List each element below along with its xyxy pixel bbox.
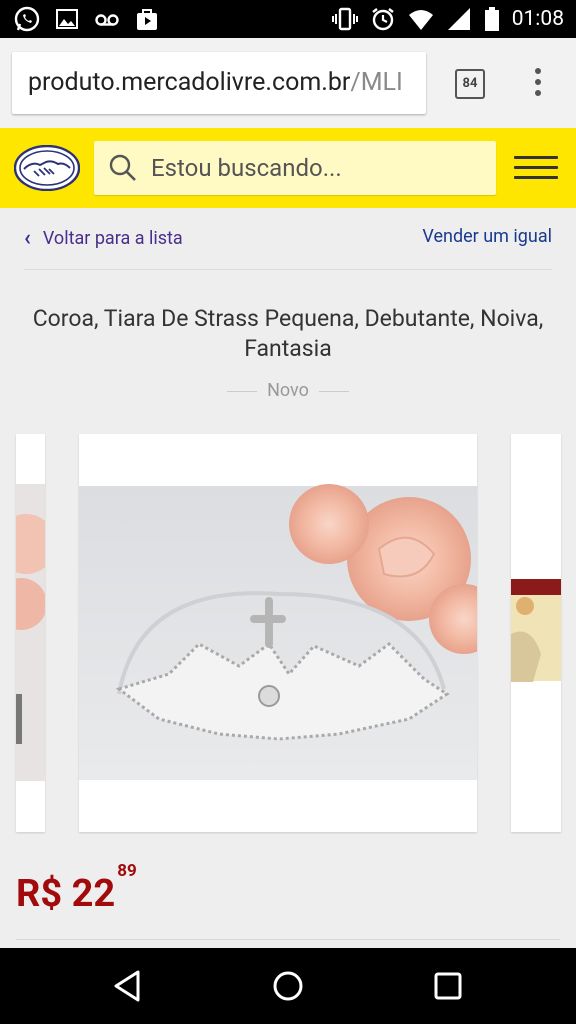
mercadolivre-handshake-logo[interactable] xyxy=(14,145,80,191)
alarm-icon xyxy=(371,8,394,31)
browser-toolbar: produto.mercadolivre.com.br/MLI 84 xyxy=(0,38,576,128)
back-to-list-label: Voltar para a lista xyxy=(42,228,183,249)
back-to-list-link[interactable]: ‹ Voltar para a lista xyxy=(24,226,183,251)
search-bar[interactable]: Estou buscando... xyxy=(94,141,496,195)
prev-image-thumbnail xyxy=(16,484,45,781)
gallery-prev-image[interactable] xyxy=(16,434,45,832)
signal-icon xyxy=(447,8,470,30)
divider xyxy=(24,269,552,270)
search-icon xyxy=(109,154,136,181)
url-path: /MLI xyxy=(350,68,403,97)
product-photo-tiara xyxy=(79,484,477,780)
product-condition: Novo xyxy=(0,380,576,401)
battery-icon xyxy=(484,7,499,31)
recents-square-icon[interactable] xyxy=(430,968,466,1004)
gallery-next-image[interactable] xyxy=(511,434,561,832)
android-nav-bar xyxy=(0,948,576,1024)
status-bar: 01:08 xyxy=(0,0,576,38)
vibrate-icon xyxy=(331,7,358,31)
home-circle-icon[interactable] xyxy=(270,968,306,1004)
sell-similar-link[interactable]: Vender um igual xyxy=(422,226,552,247)
condition-label: Novo xyxy=(267,380,309,401)
browser-menu-icon[interactable] xyxy=(534,68,542,98)
status-time: 01:08 xyxy=(511,7,564,31)
play-store-icon xyxy=(137,9,157,30)
search-input[interactable]: Estou buscando... xyxy=(151,154,342,182)
divider xyxy=(16,939,560,940)
wifi-icon xyxy=(408,10,433,30)
product-price: R$ 2289 xyxy=(16,861,137,916)
menu-icon[interactable] xyxy=(514,156,558,180)
product-page: ‹ Voltar para a lista Vender um igual Co… xyxy=(0,208,576,948)
image-icon xyxy=(56,9,78,29)
back-triangle-icon[interactable] xyxy=(110,968,146,1004)
product-title: Coroa, Tiara De Strass Pequena, Debutant… xyxy=(32,305,544,362)
gallery-main-image[interactable] xyxy=(79,434,477,832)
price-cents: 89 xyxy=(117,861,137,882)
url-bar[interactable]: produto.mercadolivre.com.br/MLI xyxy=(12,52,426,114)
site-header: Estou buscando... xyxy=(0,128,576,208)
price-integer: R$ 22 xyxy=(16,872,116,916)
next-image-thumbnail xyxy=(511,579,561,682)
tab-switcher-button[interactable]: 84 xyxy=(455,69,485,99)
chevron-left-icon: ‹ xyxy=(24,226,31,251)
voicemail-icon xyxy=(95,14,119,26)
whatsapp-icon xyxy=(14,6,40,32)
url-domain: produto.mercadolivre.com.br xyxy=(28,68,351,97)
